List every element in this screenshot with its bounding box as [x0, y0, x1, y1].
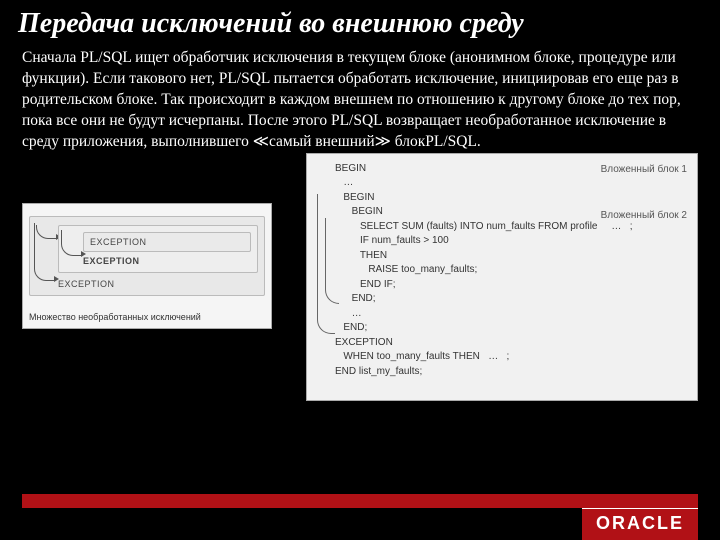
code-line: IF num_faults > 100 [335, 234, 689, 249]
code-nesting-diagram: Вложенный блок 1 Вложенный блок 2 BEGIN … [306, 153, 698, 401]
footer-red-bar [22, 494, 698, 508]
exception-propagation-diagram: EXCEPTION EXCEPTION EXCEPTION Множество … [22, 203, 272, 329]
code-line: END list_my_faults; [335, 365, 689, 380]
nested-block-2-label: Вложенный блок 2 [601, 210, 687, 221]
slide-footer: ORACLE [0, 494, 720, 540]
code-line: END IF; [335, 278, 689, 293]
code-line: … [335, 176, 689, 191]
code-line: … [335, 307, 689, 322]
code-line: RAISE too_many_faults; [335, 263, 689, 278]
code-line: WHEN too_many_faults THEN … ; [335, 350, 689, 365]
code-line: SELECT SUM (faults) INTO num_faults FROM… [335, 220, 689, 235]
oracle-logo: ORACLE [582, 508, 698, 540]
nested-block-1-label: Вложенный блок 1 [601, 164, 687, 175]
exception-label-outer: EXCEPTION [58, 279, 258, 289]
code-line: BEGIN [335, 191, 689, 206]
code-line: END; [335, 321, 689, 336]
code-line: END; [335, 292, 689, 307]
exception-label-inner: EXCEPTION [90, 237, 244, 247]
slide-title: Передача исключений во внешнюю среду [0, 0, 720, 46]
code-line: EXCEPTION [335, 336, 689, 351]
slide-body-text: Сначала PL/SQL ищет обработчик исключени… [0, 46, 720, 153]
diagram-area: EXCEPTION EXCEPTION EXCEPTION Множество … [0, 153, 720, 433]
code-line: THEN [335, 249, 689, 264]
left-diagram-caption: Множество необработанных исключений [23, 308, 271, 328]
exception-label-mid: EXCEPTION [83, 256, 251, 266]
